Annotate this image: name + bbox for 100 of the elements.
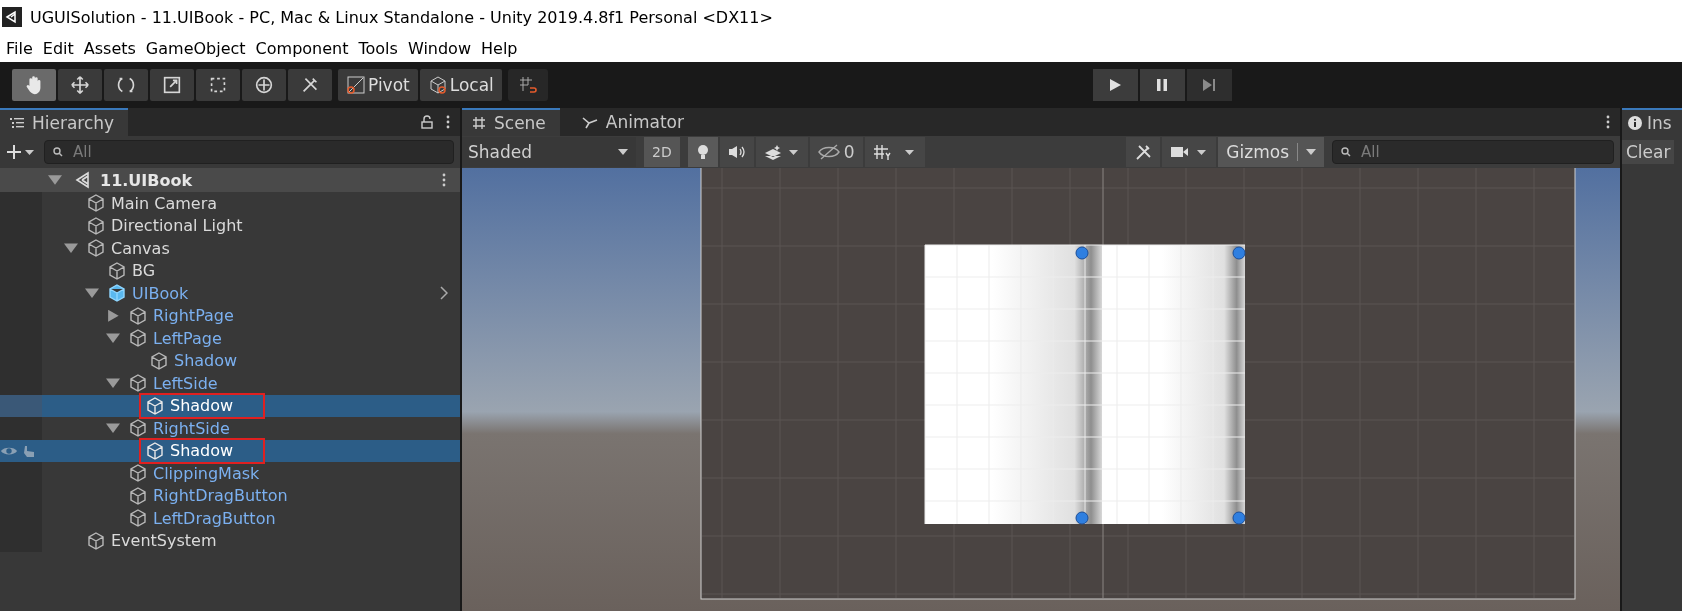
move-tool-button[interactable]	[58, 69, 102, 101]
camera-dropdown[interactable]	[1162, 137, 1217, 167]
grid-snap-icon[interactable]	[507, 69, 548, 101]
cube-icon	[427, 75, 448, 95]
clear-button[interactable]: Clear	[1622, 140, 1675, 164]
pause-icon	[1155, 78, 1170, 92]
hierarchy-row[interactable]: Directional Light	[0, 214, 460, 237]
hierarchy-row[interactable]: ClippingMask	[0, 462, 460, 485]
transform-icon	[253, 74, 275, 96]
scene-search-field[interactable]: All	[1332, 140, 1614, 164]
add-button[interactable]	[6, 144, 36, 160]
hierarchy-row[interactable]: Shadow	[0, 439, 460, 462]
move-arrows-icon	[69, 74, 91, 96]
cube-icon	[149, 350, 169, 371]
hand-tool-button[interactable]	[12, 69, 56, 101]
object-name: Canvas	[111, 238, 170, 258]
object-name: LeftDragButton	[153, 508, 276, 528]
step-icon	[1202, 78, 1217, 92]
hierarchy-row[interactable]: RightPage	[0, 304, 460, 327]
hidden-eye-icon	[817, 144, 840, 160]
object-name: Directional Light	[111, 216, 243, 236]
hierarchy-row[interactable]: Main Camera	[0, 192, 460, 215]
audio-toggle[interactable]	[719, 137, 754, 167]
chevron-right-icon[interactable]	[440, 286, 448, 301]
object-name: RightPage	[153, 306, 234, 326]
object-name: LeftSide	[153, 373, 218, 393]
effects-dropdown[interactable]	[755, 137, 808, 167]
object-name: Main Camera	[111, 193, 218, 213]
inspector-tab[interactable]: Ins	[1622, 108, 1682, 136]
cube-icon	[86, 215, 106, 236]
hierarchy-row[interactable]: LeftPage	[0, 327, 460, 350]
2d-toggle[interactable]: 2D	[644, 137, 680, 167]
grid-icon	[872, 144, 917, 160]
lock-icon[interactable]	[420, 115, 434, 129]
pause-button[interactable]	[1139, 69, 1185, 101]
scene-name[interactable]: 11.UIBook	[100, 170, 193, 190]
hierarchy-row[interactable]: Canvas	[0, 237, 460, 260]
layers-icon	[763, 144, 800, 160]
plus-icon	[6, 144, 36, 160]
hierarchy-tab[interactable]: Hierarchy	[0, 108, 129, 136]
local-button[interactable]: Local	[419, 69, 502, 101]
hierarchy-row[interactable]: BG	[0, 259, 460, 282]
animator-tab[interactable]: Animator	[571, 108, 698, 136]
menu-item[interactable]: Edit	[42, 38, 74, 58]
hierarchy-row[interactable]: UIBook	[0, 282, 460, 305]
window-title: UGUISolution - 11.UIBook - PC, Mac & Linux Standalone - Unity 2019.4.8f1 Personal <DX11>	[30, 7, 773, 27]
search-field[interactable]: All	[44, 140, 454, 164]
object-name: Shadow	[170, 396, 234, 416]
hierarchy-row[interactable]: LeftSide	[0, 372, 460, 395]
menu-item[interactable]: Component	[255, 38, 349, 58]
scale-tool-button[interactable]	[150, 69, 194, 101]
hierarchy-row[interactable]: LeftDragButton	[0, 507, 460, 530]
scale-icon	[161, 74, 183, 96]
custom-tool-button[interactable]	[288, 69, 332, 101]
list-icon	[10, 117, 24, 129]
cube-icon	[128, 373, 148, 394]
rotate-tool-button[interactable]	[104, 69, 148, 101]
cube-icon	[107, 260, 127, 281]
gizmos-dropdown[interactable]: Gizmos	[1218, 137, 1324, 167]
cube-icon	[86, 530, 106, 551]
cube-icon	[128, 418, 148, 439]
cube-icon	[128, 485, 148, 506]
hierarchy-row[interactable]: EventSystem	[0, 529, 460, 552]
hierarchy-row[interactable]: Shadow	[0, 394, 460, 417]
menu-item[interactable]: Tools	[358, 38, 398, 58]
scene-tab[interactable]: Scene	[462, 108, 560, 136]
hidden-objects-toggle[interactable]: 0	[809, 137, 863, 167]
object-name: ClippingMask	[153, 463, 260, 483]
shading-dropdown[interactable]: Shaded	[462, 137, 636, 167]
filled-cube-icon	[107, 283, 127, 304]
step-button[interactable]	[1186, 69, 1232, 101]
cube-icon	[128, 508, 148, 529]
hierarchy-row[interactable]: RightDragButton	[0, 484, 460, 507]
grid-icon	[472, 116, 486, 130]
object-name: Shadow	[170, 441, 234, 461]
cube-icon	[145, 395, 165, 416]
object-name: RightSide	[153, 418, 230, 438]
transform-tool-button[interactable]	[242, 69, 286, 101]
menu-item[interactable]: Assets	[83, 38, 136, 58]
more-options-icon[interactable]	[442, 173, 446, 187]
cube-icon	[86, 193, 106, 214]
menu-item[interactable]: File	[6, 38, 33, 58]
grid-dropdown[interactable]	[864, 137, 925, 167]
info-icon	[1628, 116, 1642, 130]
tools-button[interactable]	[1126, 137, 1161, 167]
lighting-toggle[interactable]	[687, 137, 718, 167]
play-button[interactable]	[1092, 69, 1138, 101]
animator-icon	[581, 115, 598, 129]
object-name: UIBook	[132, 283, 189, 303]
menu-item[interactable]: GameObject	[145, 38, 246, 58]
hierarchy-row[interactable]: RightSide	[0, 417, 460, 440]
pivot-button[interactable]: Pivot	[338, 69, 418, 101]
cube-icon	[86, 238, 106, 259]
more-options-icon[interactable]	[1606, 115, 1610, 129]
hierarchy-row[interactable]: Shadow	[0, 349, 460, 372]
menu-item[interactable]: Help	[481, 38, 518, 58]
more-options-icon[interactable]	[446, 115, 450, 129]
menu-item[interactable]: Window	[407, 38, 471, 58]
cube-icon	[128, 305, 148, 326]
rect-tool-button[interactable]	[196, 69, 240, 101]
